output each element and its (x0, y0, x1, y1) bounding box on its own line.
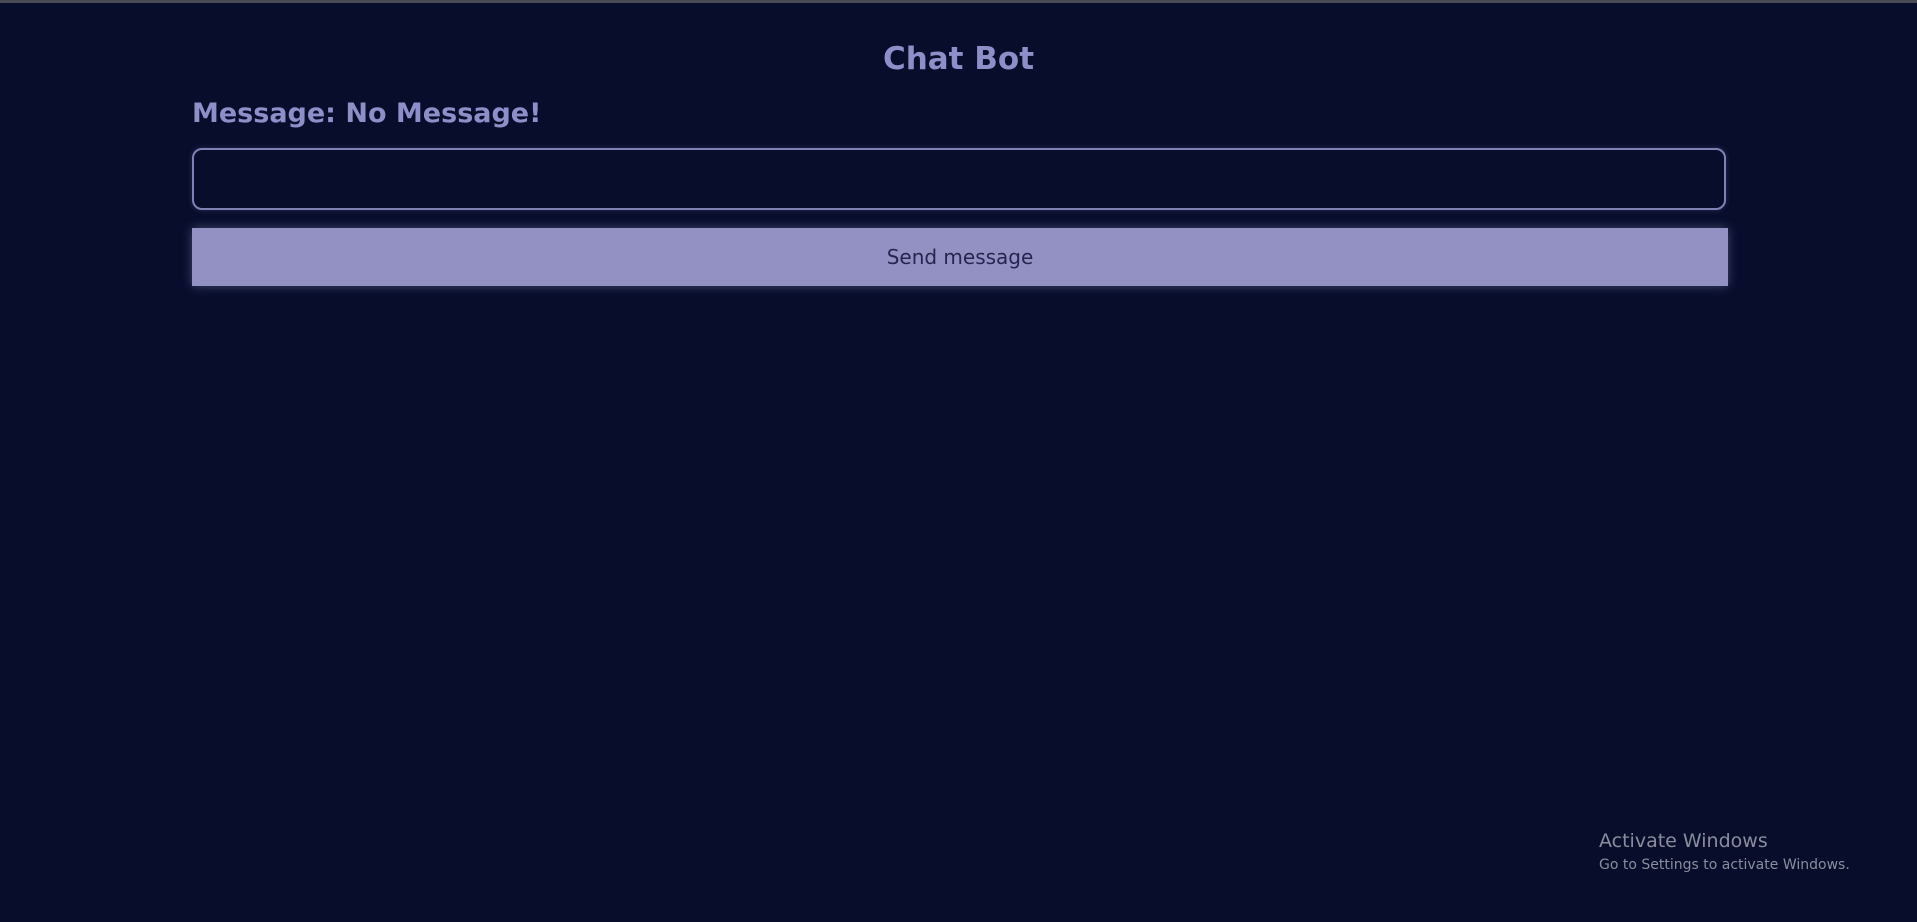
watermark-title: Activate Windows (1599, 830, 1768, 852)
send-message-button[interactable]: Send message (192, 228, 1728, 286)
activate-windows-watermark: Activate Windows Go to Settings to activ… (1599, 828, 1850, 876)
watermark-subtitle: Go to Settings to activate Windows. (1599, 857, 1850, 873)
message-value: No Message! (345, 98, 542, 129)
chat-bot-page: Chat Bot Message: No Message! Send messa… (0, 0, 1917, 922)
message-input[interactable] (192, 148, 1726, 210)
message-status: Message: No Message! (192, 94, 541, 134)
page-title: Chat Bot (882, 41, 1035, 77)
message-label: Message: (192, 98, 336, 129)
